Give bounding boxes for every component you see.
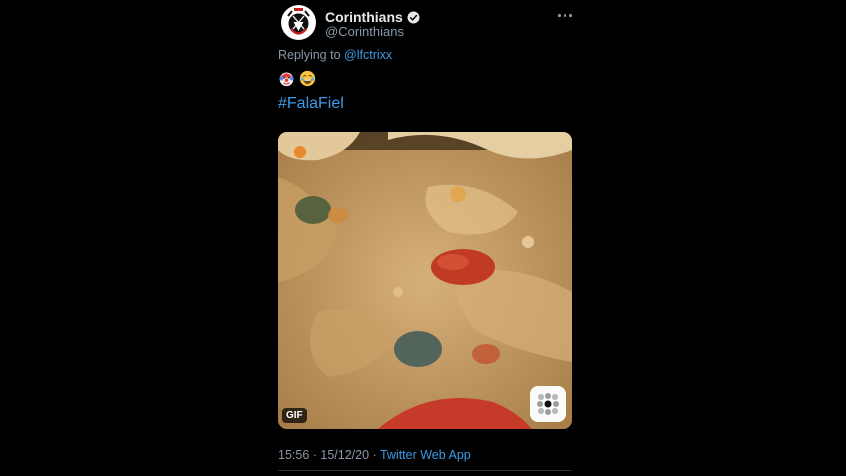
replying-to-link[interactable]: @lfctrixx <box>344 48 392 62</box>
tweet-metadata: 15:56 · 15/12/20 · Twitter Web App <box>278 448 471 462</box>
gif-badge: GIF <box>282 408 307 423</box>
avatar[interactable] <box>281 5 316 40</box>
replying-prefix: Replying to <box>278 48 341 62</box>
more-options-icon[interactable] <box>557 8 573 22</box>
author-name-row: Corinthians <box>325 9 420 25</box>
replying-to: Replying to @lfctrixx <box>278 48 392 62</box>
laughing-face-icon <box>299 70 316 87</box>
verified-badge-icon <box>407 11 420 23</box>
author-display-name[interactable]: Corinthians <box>325 9 403 25</box>
separator-dot: · <box>369 448 380 462</box>
clown-face-icon <box>279 72 294 87</box>
gif-frame-image <box>278 132 572 429</box>
gif-media[interactable]: GIF <box>278 132 572 429</box>
hashtag-link[interactable]: #FalaFiel <box>278 95 344 113</box>
tweet-source-link[interactable]: Twitter Web App <box>380 448 471 462</box>
grid-app-icon[interactable] <box>530 386 566 422</box>
corinthians-crest-icon <box>281 5 316 40</box>
tweet-date[interactable]: 15/12/20 <box>320 448 369 462</box>
author-handle[interactable]: @Corinthians <box>325 24 404 39</box>
tweet-time[interactable]: 15:56 <box>278 448 309 462</box>
separator-dot: · <box>309 448 321 462</box>
tweet-emojis <box>278 70 316 87</box>
divider <box>278 470 572 471</box>
